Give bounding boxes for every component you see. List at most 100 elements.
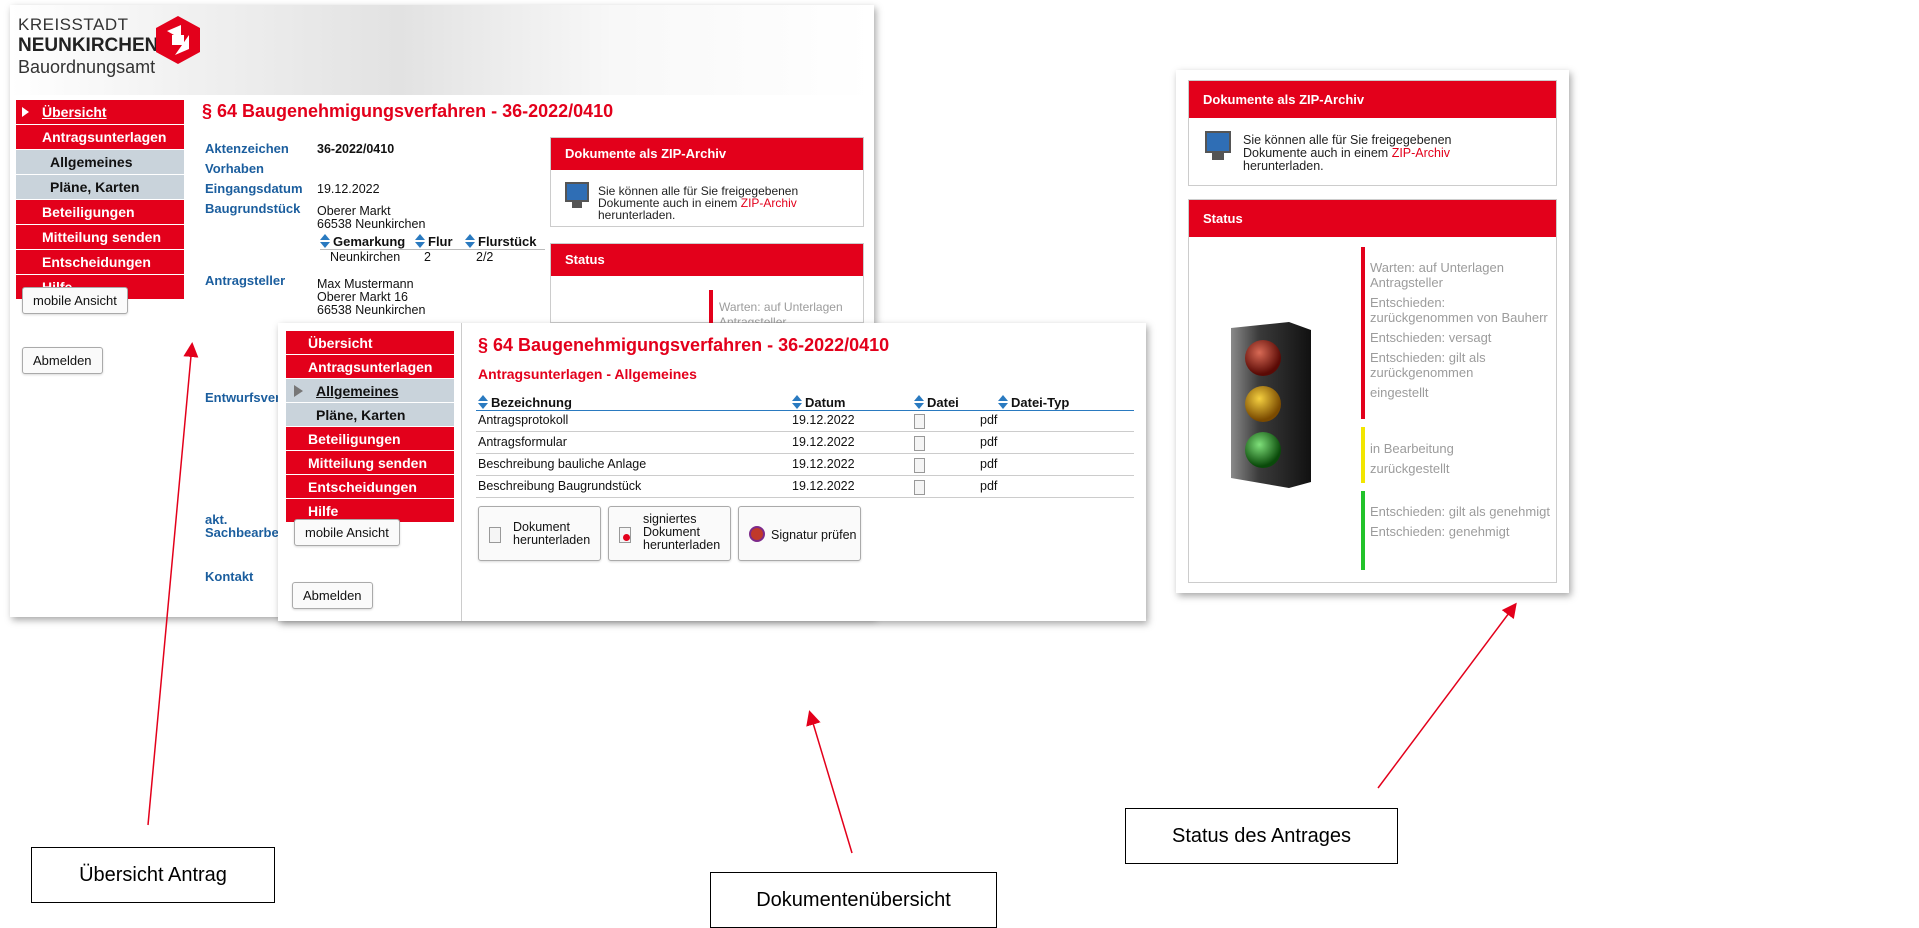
nav-current-arrow-icon bbox=[22, 107, 29, 117]
gemarkung-header[interactable]: Gemarkung bbox=[320, 234, 405, 249]
nav-entscheidungen[interactable]: Entscheidungen bbox=[16, 250, 184, 275]
zip-archive-link[interactable]: ZIP-Archiv bbox=[741, 196, 797, 210]
file-icon[interactable] bbox=[914, 436, 925, 451]
page-title: § 64 Baugenehmigungsverfahren - 36-2022/… bbox=[202, 101, 614, 121]
flurstueck-value: 2/2 bbox=[476, 250, 494, 264]
flurstueck-header[interactable]: Flurstück bbox=[465, 234, 537, 249]
computer-icon bbox=[565, 182, 589, 212]
status-header: Status bbox=[1189, 200, 1556, 237]
status-item: Entschieden: gilt als zurückgenommen bbox=[1370, 350, 1486, 380]
nav-label-uebersicht: Übersicht bbox=[42, 104, 107, 120]
logout-button-2[interactable]: Abmelden bbox=[292, 582, 373, 609]
file-icon[interactable] bbox=[914, 458, 925, 473]
status-panel: Dokumente als ZIP-Archiv Sie können alle… bbox=[1176, 70, 1569, 593]
entwurfsverfasser-label: Entwurfsverf bbox=[205, 390, 285, 405]
eingangsdatum-label: Eingangsdatum bbox=[205, 181, 303, 196]
status-yellow-bar bbox=[1361, 427, 1365, 483]
sort-icon bbox=[465, 234, 475, 248]
logo: KREISSTADT NEUNKIRCHEN Bauordnungsamt bbox=[18, 15, 158, 78]
nav-uebersicht-2[interactable]: Übersicht bbox=[286, 331, 454, 355]
status-item: Entschieden: genehmigt bbox=[1370, 524, 1510, 539]
zip-archive-box: Dokumente als ZIP-Archiv Sie können alle… bbox=[550, 137, 864, 227]
status-item: zurückgestellt bbox=[1370, 461, 1450, 476]
nav-antragsunterlagen-2[interactable]: Antragsunterlagen bbox=[286, 355, 454, 379]
zip-archive-text-large: Sie können alle für Sie freigegebenen Do… bbox=[1243, 133, 1452, 173]
aktenzeichen-label: Aktenzeichen bbox=[205, 141, 289, 156]
logo-line-3: Bauordnungsamt bbox=[18, 57, 156, 77]
table-row[interactable]: Beschreibung bauliche Anlage 19.12.2022 … bbox=[476, 455, 1134, 476]
download-signed-document-button[interactable]: signiertes Dokument herunterladen bbox=[608, 506, 731, 561]
table-row[interactable]: Antragsprotokoll 19.12.2022 pdf bbox=[476, 411, 1134, 432]
callout-overview: Übersicht Antrag bbox=[31, 847, 275, 903]
status-item: Entschieden: gilt als genehmigt bbox=[1370, 504, 1550, 519]
documents-panel: Übersicht Antragsunterlagen Allgemeines … bbox=[278, 323, 1146, 621]
mobile-view-button-2[interactable]: mobile Ansicht bbox=[294, 519, 400, 546]
status-green-list: Entschieden: gilt als genehmigt Entschie… bbox=[1370, 504, 1550, 539]
signed-document-icon bbox=[619, 527, 631, 543]
status-red-list: Warten: auf Unterlagen Antragsteller Ent… bbox=[1370, 260, 1550, 400]
status-red-bar bbox=[1361, 247, 1365, 419]
nav-plaene-karten-2[interactable]: Pläne, Karten bbox=[286, 403, 454, 427]
status-red-bar-small bbox=[709, 290, 713, 324]
sort-icon bbox=[914, 395, 924, 409]
col-datei-typ[interactable]: Datei-Typ bbox=[998, 395, 1069, 410]
nav-beteiligungen[interactable]: Beteiligungen bbox=[16, 200, 184, 225]
zip-archive-header: Dokumente als ZIP-Archiv bbox=[551, 138, 863, 170]
logo-line-1: KREISSTADT bbox=[18, 15, 129, 34]
gemarkung-value: Neunkirchen bbox=[330, 250, 401, 264]
documents-title: § 64 Baugenehmigungsverfahren - 36-2022/… bbox=[478, 335, 890, 355]
nav-allgemeines-2[interactable]: Allgemeines bbox=[286, 379, 454, 403]
nav-antragsunterlagen[interactable]: Antragsunterlagen bbox=[16, 125, 184, 150]
status-item: Entschieden: zurückgenommen von Bauherr bbox=[1370, 295, 1548, 325]
kontakt-label: Kontakt bbox=[205, 569, 254, 584]
zip-archive-link-large[interactable]: ZIP-Archiv bbox=[1392, 146, 1450, 160]
nav-allgemeines[interactable]: Allgemeines bbox=[16, 150, 184, 175]
nav-plaene-karten[interactable]: Pläne, Karten bbox=[16, 175, 184, 200]
zip-archive-text: Sie können alle für Sie freigegebenen Do… bbox=[598, 184, 799, 222]
document-icon bbox=[489, 527, 501, 543]
mobile-view-button[interactable]: mobile Ansicht bbox=[22, 287, 128, 314]
vorhaben-label: Vorhaben bbox=[205, 161, 264, 176]
logout-button[interactable]: Abmelden bbox=[22, 347, 103, 374]
status-box: Status Warten: auf Unterlagen Antragstel… bbox=[1188, 199, 1557, 583]
file-icon[interactable] bbox=[914, 414, 925, 429]
signature-seal-icon bbox=[749, 526, 765, 542]
nav-entscheidungen-2[interactable]: Entscheidungen bbox=[286, 475, 454, 499]
aktenzeichen-value: 36-2022/0410 bbox=[317, 142, 395, 156]
sort-icon bbox=[998, 395, 1008, 409]
col-datei[interactable]: Datei bbox=[914, 395, 959, 410]
nav-current-arrow-icon bbox=[294, 385, 303, 397]
arrow-documents bbox=[806, 710, 853, 854]
flur-header[interactable]: Flur bbox=[415, 234, 453, 249]
documents-subtitle: Antragsunterlagen - Allgemeines bbox=[478, 366, 697, 382]
download-document-button[interactable]: Dokument herunterladen bbox=[478, 506, 601, 561]
city-emblem-icon bbox=[156, 16, 200, 64]
sidebar-nav: Übersicht Antragsunterlagen Allgemeines … bbox=[16, 100, 184, 300]
status-box-small: Status Warten: auf Unterlagen Antragstell… bbox=[550, 243, 864, 329]
nav-mitteilung-senden[interactable]: Mitteilung senden bbox=[16, 225, 184, 250]
table-row[interactable]: Antragsformular 19.12.2022 pdf bbox=[476, 433, 1134, 454]
sort-icon bbox=[792, 395, 802, 409]
zip-archive-box-large: Dokumente als ZIP-Archiv Sie können alle… bbox=[1188, 80, 1557, 186]
antragsteller-label: Antragsteller bbox=[205, 273, 286, 288]
status-yellow-list: in Bearbeitung zurückgestellt bbox=[1370, 441, 1550, 476]
status-item: eingestellt bbox=[1370, 385, 1429, 400]
col-bezeichnung[interactable]: Bezeichnung bbox=[478, 395, 572, 410]
nav-beteiligungen-2[interactable]: Beteiligungen bbox=[286, 427, 454, 451]
table-row[interactable]: Beschreibung Baugrundstück 19.12.2022 pd… bbox=[476, 477, 1134, 498]
status-item: Entschieden: versagt bbox=[1370, 330, 1492, 345]
file-icon[interactable] bbox=[914, 480, 925, 495]
sort-icon bbox=[415, 234, 425, 248]
logo-line-2: NEUNKIRCHEN bbox=[18, 35, 159, 56]
nav-mitteilung-senden-2[interactable]: Mitteilung senden bbox=[286, 451, 454, 475]
nav-divider bbox=[461, 323, 462, 621]
callout-status: Status des Antrages bbox=[1125, 808, 1398, 864]
antragsteller-line-3: 66538 Neunkirchen bbox=[317, 303, 426, 317]
col-datum[interactable]: Datum bbox=[792, 395, 845, 410]
verify-signature-button[interactable]: Signatur prüfen bbox=[738, 506, 861, 561]
sort-icon bbox=[320, 234, 330, 248]
eingangsdatum-value: 19.12.2022 bbox=[317, 182, 380, 196]
nav-uebersicht[interactable]: Übersicht bbox=[16, 100, 184, 125]
callout-documents: Dokumentenübersicht bbox=[710, 872, 997, 928]
zip-archive-header-large: Dokumente als ZIP-Archiv bbox=[1189, 81, 1556, 118]
